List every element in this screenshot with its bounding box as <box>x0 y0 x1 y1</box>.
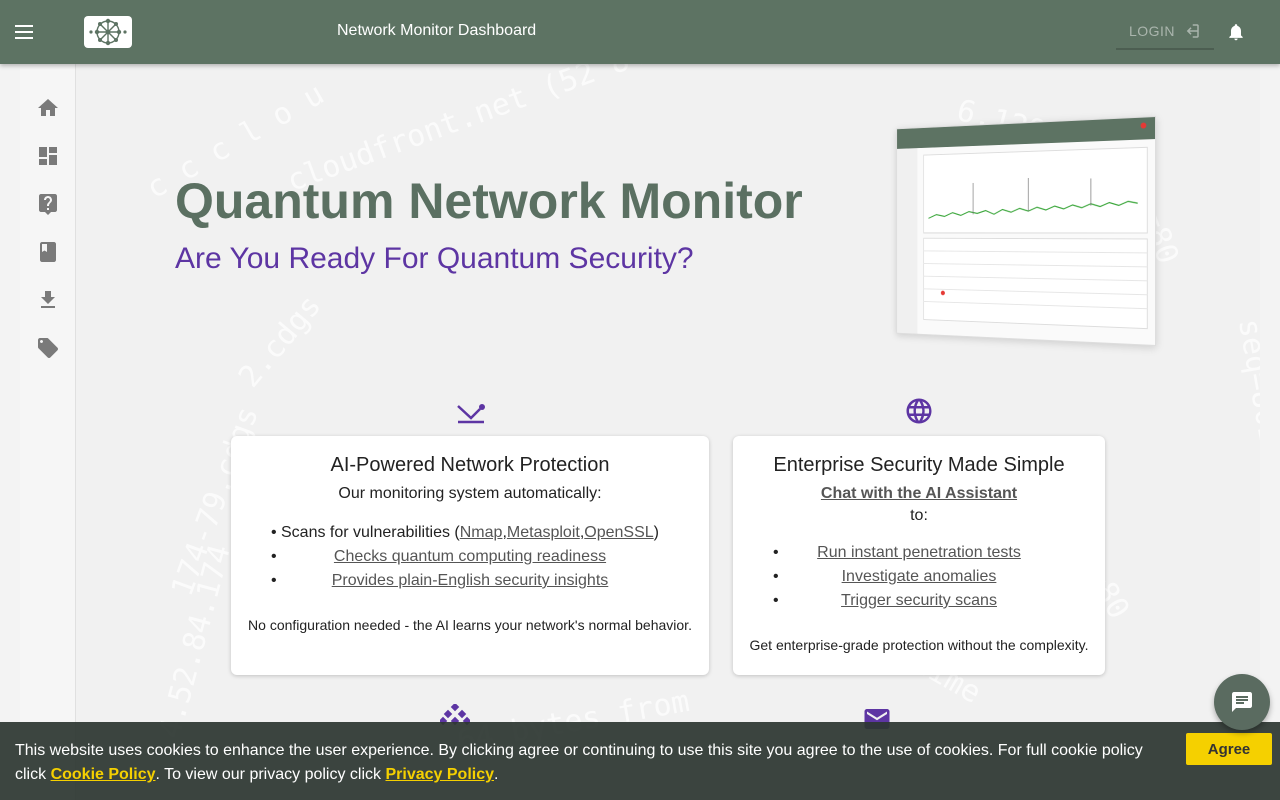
login-button[interactable]: LOGIN <box>1116 14 1214 50</box>
notifications-bell-icon[interactable] <box>1226 21 1246 43</box>
feature-list: Scans for vulnerabilities (Nmap,Metasplo… <box>231 521 709 593</box>
chat-icon <box>1232 692 1252 712</box>
security-scans-link[interactable]: Trigger security scans <box>841 592 997 609</box>
chat-assistant-link[interactable]: Chat with the AI Assistant <box>821 485 1017 502</box>
list-item: Provides plain-English security insights <box>231 569 709 593</box>
login-icon <box>1186 24 1199 38</box>
list-item: Scans for vulnerabilities (Nmap,Metasplo… <box>231 521 709 545</box>
main-content: c c c l o u cloudfront.net (52 84 1 6.12… <box>76 64 1260 800</box>
metasploit-link[interactable]: Metasploit <box>507 524 580 541</box>
list-item: Run instant penetration tests <box>733 541 1105 565</box>
security-insights-link[interactable]: Provides plain-English security insights <box>332 572 609 589</box>
openssl-link[interactable]: OpenSSL <box>584 524 653 541</box>
nav-download-icon[interactable] <box>36 288 60 312</box>
nav-help-icon[interactable] <box>36 192 60 216</box>
ai-protection-card: AI-Powered Network Protection Our monito… <box>231 436 709 675</box>
card-lead: Our monitoring system automatically: <box>338 485 602 502</box>
login-label: LOGIN <box>1128 23 1176 39</box>
app-bar: Network Monitor Dashboard LOGIN <box>0 0 1280 64</box>
card-title: Enterprise Security Made Simple <box>773 454 1065 476</box>
nav-tag-icon[interactable] <box>36 336 60 360</box>
menu-icon[interactable] <box>12 20 38 44</box>
enterprise-security-card: Enterprise Security Made Simple Chat wit… <box>733 436 1105 675</box>
hero-subtitle: Are You Ready For Quantum Security? <box>175 242 694 275</box>
cookie-policy-link[interactable]: Cookie Policy <box>51 766 156 783</box>
privacy-policy-link[interactable]: Privacy Policy <box>385 766 494 783</box>
card-footer: Get enterprise-grade protection without … <box>749 637 1089 653</box>
list-item: Trigger security scans <box>733 589 1105 613</box>
logo[interactable] <box>84 16 132 48</box>
app-title: Network Monitor Dashboard <box>337 22 537 39</box>
cookie-banner: This website uses cookies to enhance the… <box>0 722 1280 800</box>
quantum-readiness-link[interactable]: Checks quantum computing readiness <box>334 548 606 565</box>
cookie-text: This website uses cookies to enhance the… <box>15 742 1143 783</box>
list-item: Checks quantum computing readiness <box>231 545 709 569</box>
nav-dashboard-icon[interactable] <box>36 144 60 168</box>
card-title: AI-Powered Network Protection <box>330 454 610 476</box>
card-to-text: to: <box>910 507 928 524</box>
globe-icon <box>906 398 932 424</box>
card-footer: No configuration needed - the AI learns … <box>248 617 692 633</box>
list-item: Investigate anomalies <box>733 565 1105 589</box>
nav-book-icon[interactable] <box>36 240 60 264</box>
agree-button[interactable]: Agree <box>1186 733 1272 765</box>
nmap-link[interactable]: Nmap <box>460 524 503 541</box>
chat-fab-button[interactable] <box>1214 674 1270 730</box>
feature-list: Run instant penetration tests Investigat… <box>733 541 1105 613</box>
pentest-link[interactable]: Run instant penetration tests <box>817 544 1021 561</box>
ai-download-icon <box>457 404 485 424</box>
network-logo-icon <box>89 18 127 46</box>
hero-title: Quantum Network Monitor <box>175 173 803 229</box>
nav-home-icon[interactable] <box>36 96 60 120</box>
anomalies-link[interactable]: Investigate anomalies <box>842 568 997 585</box>
side-nav <box>20 64 76 800</box>
dashboard-preview-image <box>896 116 1156 346</box>
